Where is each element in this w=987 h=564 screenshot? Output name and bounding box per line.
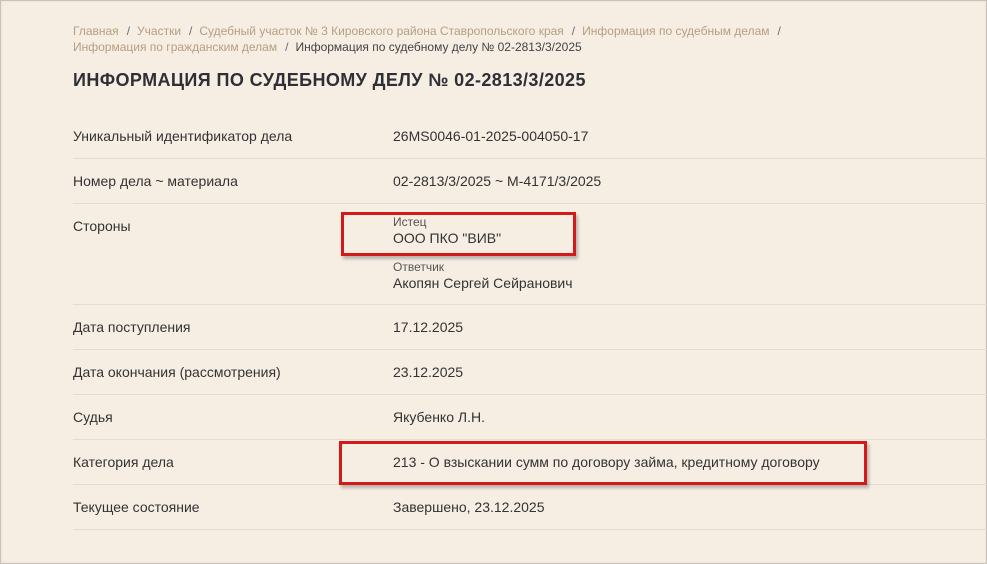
row-value: 23.12.2025 [393,364,464,380]
row-label: Стороны [73,218,131,234]
row-label: Дата окончания (рассмотрения) [73,364,281,380]
row-label: Номер дела ~ материала [73,173,238,189]
row-finished-date: Дата окончания (рассмотрения) 23.12.2025 [73,350,987,395]
breadcrumb-court-cases[interactable]: Информация по судебным делам [582,24,769,38]
row-value: 17.12.2025 [393,319,464,335]
row-value: 26MS0046-01-2025-004050-17 [393,128,589,144]
breadcrumb-current: Информация по судебному делу № 02-2813/3… [295,40,582,54]
row-value: 213 - О взыскании сумм по договору займа… [393,454,820,470]
page-title: ИНФОРМАЦИЯ ПО СУДЕБНОМУ ДЕЛУ № 02-2813/3… [73,70,586,90]
party-role: Ответчик [393,260,445,274]
row-value: Завершено, 23.12.2025 [393,499,545,515]
row-value: Якубенко Л.Н. [393,409,485,425]
party-name: ООО ПКО "ВИВ" [393,230,502,246]
party-defendant: Ответчик Акопян Сергей Сейранович [393,260,573,292]
row-label: Категория дела [73,454,174,470]
party-plaintiff: Истец ООО ПКО "ВИВ" [393,215,501,247]
breadcrumb-separator: / [777,24,781,38]
breadcrumb-separator: / [285,40,289,54]
breadcrumb: Главная / Участки / Судебный участок № 3 Кир… [73,23,933,55]
row-category: Категория дела 213 - О взыскании сумм по… [73,440,987,485]
row-label: Уникальный идентификатор дела [73,128,293,144]
breadcrumb-civil-cases[interactable]: Информация по гражданским делам [73,40,277,54]
breadcrumb-home[interactable]: Главная [73,24,119,38]
breadcrumb-separator: / [189,24,193,38]
case-details-table: Уникальный идентификатор дела 26MS0046-0… [73,114,987,530]
row-unique-id: Уникальный идентификатор дела 26MS0046-0… [73,114,987,159]
breadcrumb-court-district[interactable]: Судебный участок № 3 Кировского района С… [199,24,563,38]
breadcrumb-districts[interactable]: Участки [137,24,181,38]
breadcrumb-separator: / [571,24,576,38]
row-label: Дата поступления [73,319,191,335]
row-label: Судья [73,409,113,425]
breadcrumb-separator: / [126,24,131,38]
row-value: 02-2813/3/2025 ~ М-4171/3/2025 [393,173,602,189]
row-judge: Судья Якубенко Л.Н. [73,395,987,440]
row-case-number: Номер дела ~ материала 02-2813/3/2025 ~ … [73,159,987,204]
row-parties: Стороны Истец ООО ПКО "ВИВ" Ответчик Ако… [73,204,987,305]
row-status: Текущее состояние Завершено, 23.12.2025 [73,485,987,530]
row-received-date: Дата поступления 17.12.2025 [73,305,987,350]
party-name: Акопян Сергей Сейранович [393,275,573,291]
party-role: Истец [393,215,427,229]
row-label: Текущее состояние [73,499,200,515]
